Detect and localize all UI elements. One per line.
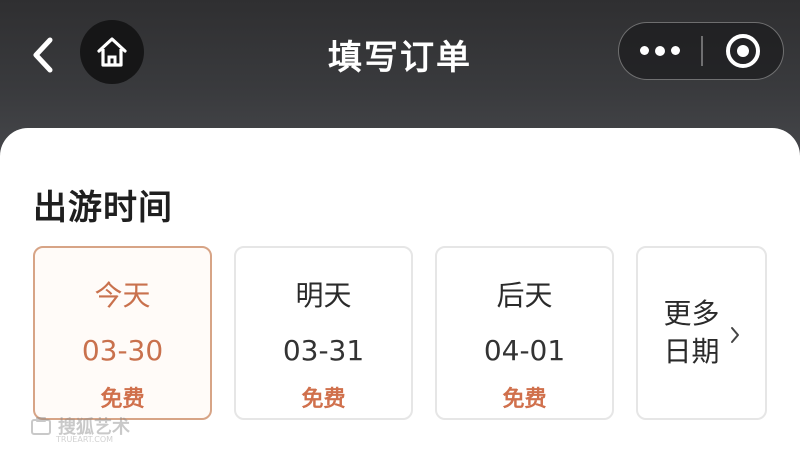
date-option-price: 免费 [100, 387, 145, 412]
navigation-bar: 填写订单 [0, 0, 800, 110]
section-title: 出游时间 [33, 188, 173, 228]
date-option-price: 免费 [301, 387, 346, 412]
date-option-date: 04-01 [483, 334, 566, 367]
date-option-tomorrow[interactable]: 明天 03-31 免费 [234, 246, 413, 420]
more-dates-label: 更多日期 [663, 297, 720, 368]
date-option-date: 03-30 [81, 334, 164, 367]
date-option-today[interactable]: 今天 03-30 免费 [33, 246, 212, 420]
order-card: 出游时间 今天 03-30 免费 明天 03-31 免费 后天 04-01 免费… [0, 128, 800, 465]
more-dots-icon [640, 46, 680, 56]
target-circle-icon [725, 34, 760, 68]
date-option-day: 明天 [295, 279, 352, 312]
watermark-subtext: TRUEART.COM [56, 435, 114, 444]
date-option-day-after[interactable]: 后天 04-01 免费 [435, 246, 614, 420]
date-option-day: 今天 [94, 279, 151, 312]
date-option-day: 后天 [496, 279, 553, 312]
mini-program-capsule [618, 22, 784, 80]
date-option-date: 03-31 [282, 334, 365, 367]
chevron-right-icon [730, 327, 739, 343]
more-button[interactable] [619, 23, 701, 79]
date-option-price: 免费 [502, 387, 547, 412]
watermark-logo-icon [31, 417, 51, 435]
watermark: 搜狐艺术 TRUEART.COM [30, 413, 130, 444]
more-dates-button[interactable]: 更多日期 [636, 246, 767, 420]
close-button[interactable] [703, 23, 784, 79]
